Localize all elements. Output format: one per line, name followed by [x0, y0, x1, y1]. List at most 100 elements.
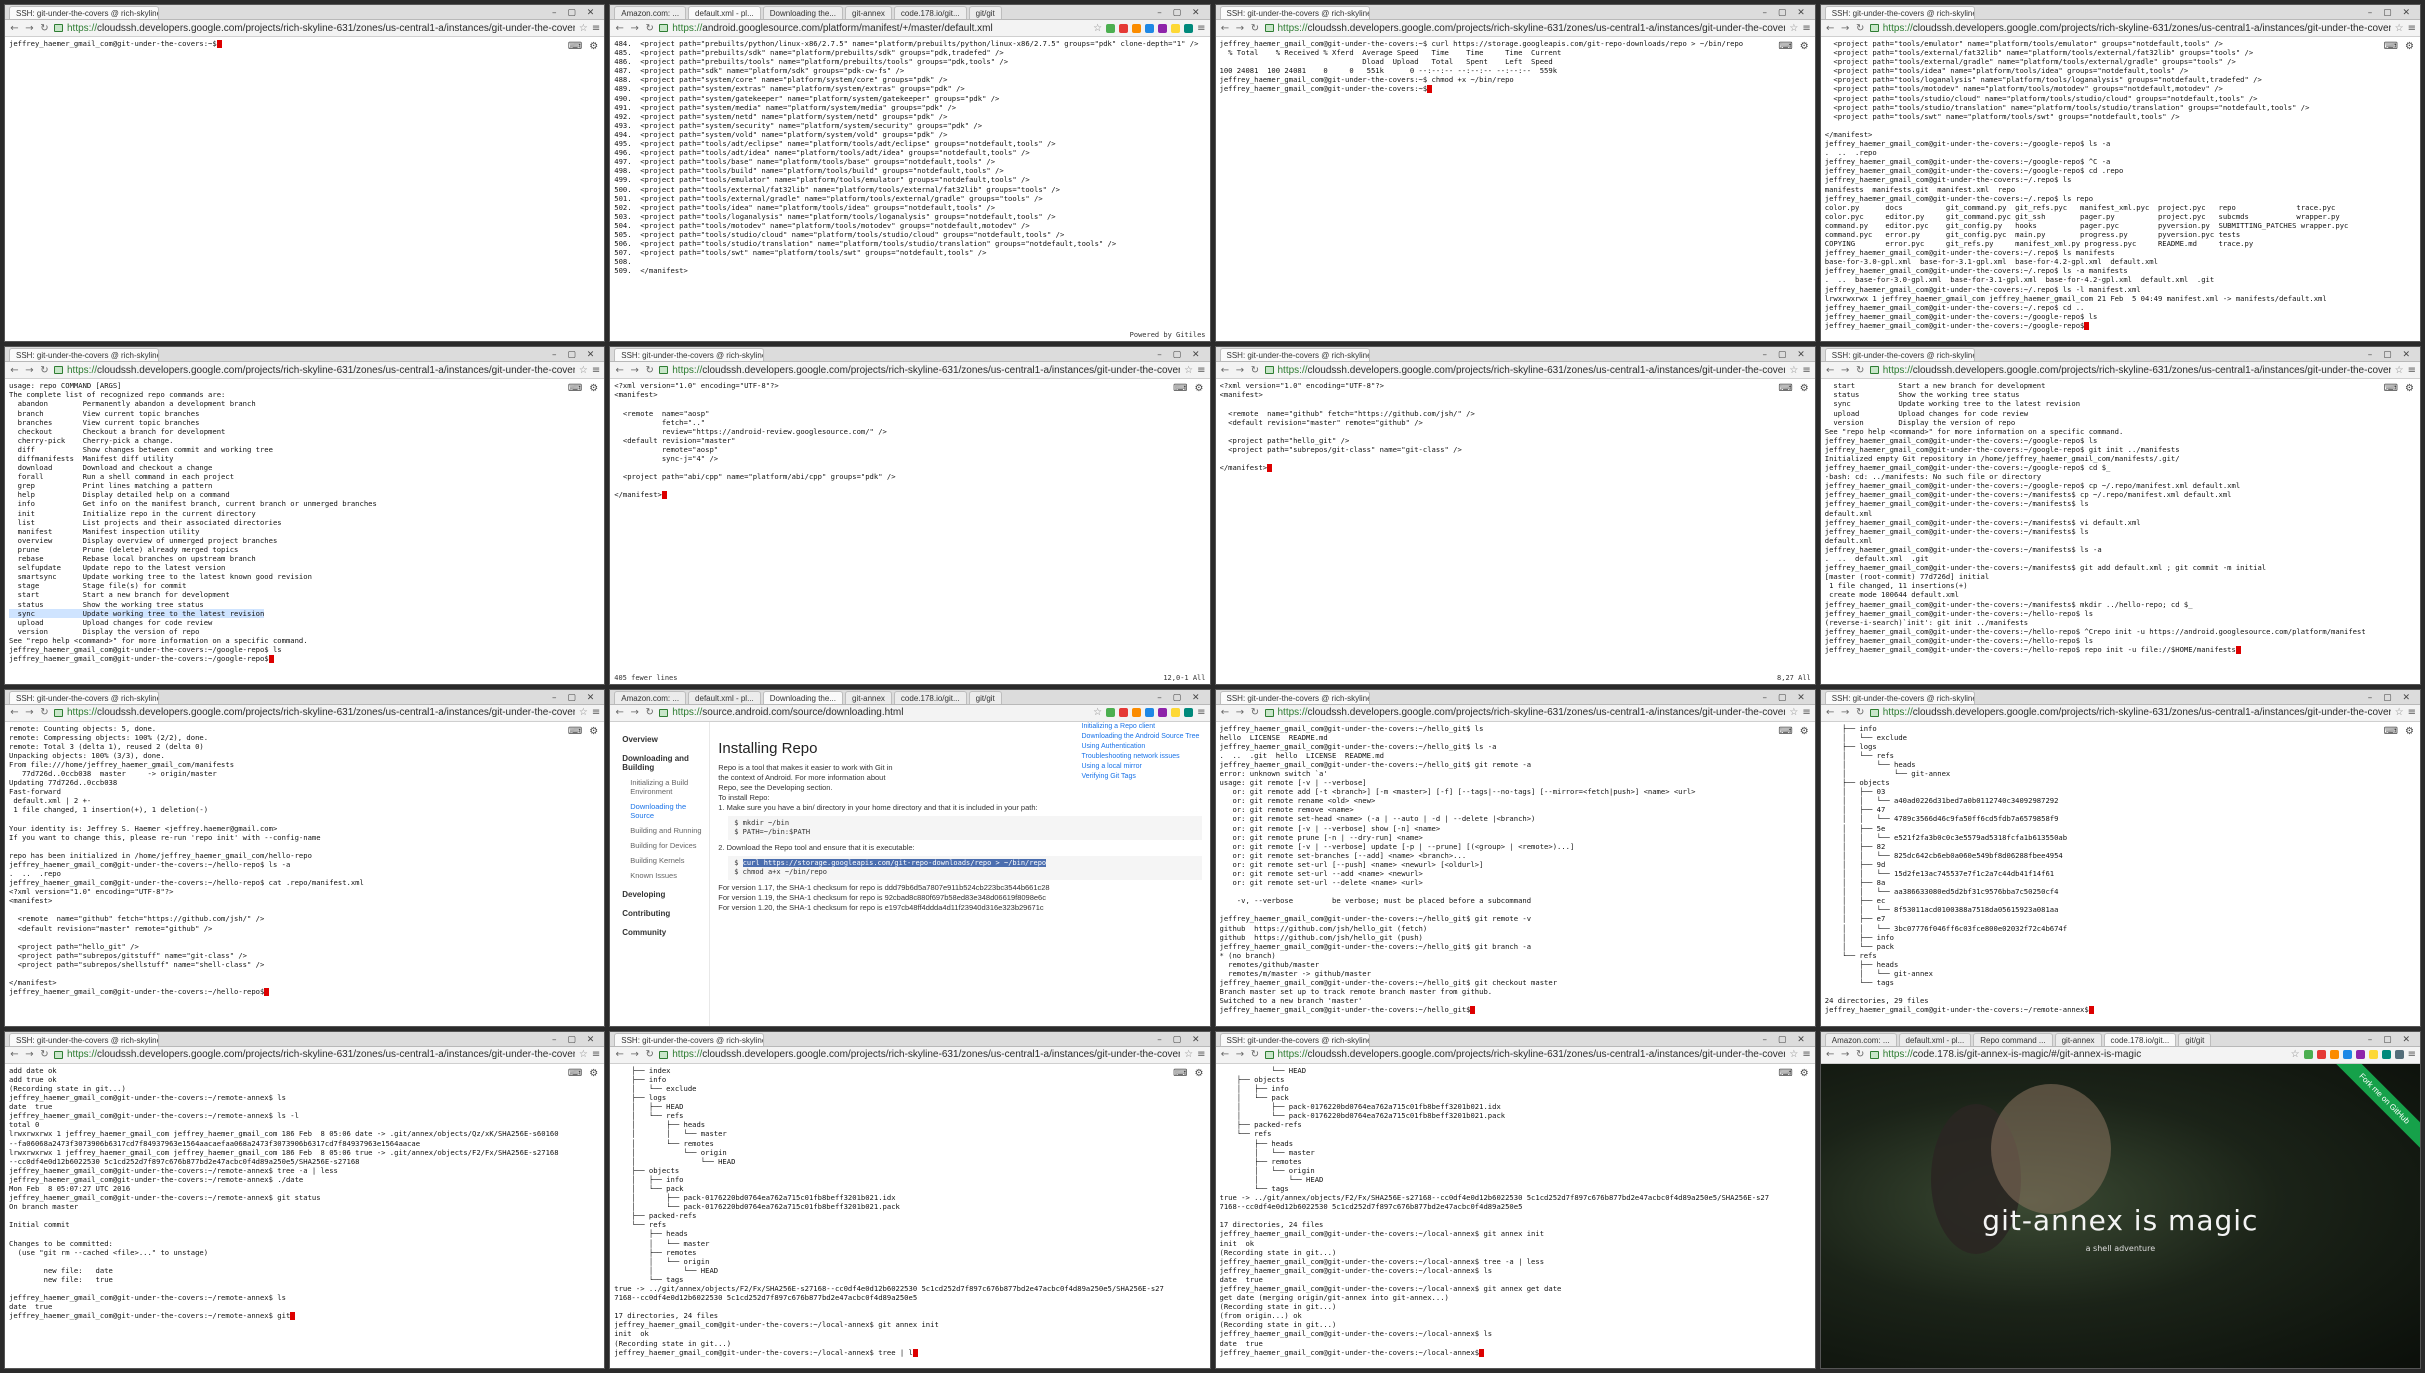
extension-icon[interactable]: [1145, 23, 1155, 33]
window-controls[interactable]: – ▢ ✕: [2368, 8, 2420, 19]
keyboard-icon[interactable]: ⌨: [1778, 726, 1792, 737]
window-controls[interactable]: – ▢ ✕: [1762, 8, 1814, 19]
keyboard-icon[interactable]: ⌨: [2384, 726, 2398, 737]
browser-menu-icon[interactable]: ≡: [2408, 707, 2416, 718]
reload-icon[interactable]: ↻: [1855, 1049, 1866, 1060]
sidebar-item[interactable]: Developing: [622, 887, 709, 902]
sidebar-item[interactable]: Community: [622, 925, 709, 940]
extension-icon[interactable]: [2342, 1050, 2352, 1060]
url-field[interactable]: https://code.178.is/git-annex-is-magic/#…: [1883, 1049, 2287, 1060]
browser-menu-icon[interactable]: ≡: [592, 707, 600, 718]
bookmark-star-icon[interactable]: ☆: [1789, 365, 1798, 376]
window-controls[interactable]: – ▢ ✕: [552, 350, 604, 361]
terminal-pane[interactable]: ⌨ ⚙ jeffrey_haemer_gmail_com@git-under-the…: [5, 37, 605, 342]
browser-tab[interactable]: SSH: git-under-the-covers @ rich-skyline…: [9, 690, 159, 704]
browser-tab[interactable]: git-annex: [845, 6, 892, 19]
browser-menu-icon[interactable]: ≡: [592, 1049, 600, 1060]
reload-icon[interactable]: ↻: [1250, 23, 1261, 34]
gear-icon[interactable]: ⚙: [1195, 383, 1204, 394]
terminal-pane[interactable]: ⌨ ⚙ ├── info │ └── exclude ├── logs │ └──…: [1820, 721, 2420, 1026]
keyboard-icon[interactable]: ⌨: [1778, 1068, 1792, 1079]
browser-tab[interactable]: default.xml - pl...: [1898, 1032, 1972, 1046]
back-icon[interactable]: ←: [1220, 23, 1231, 34]
url-field[interactable]: https://source.android.com/source/downlo…: [672, 707, 1089, 718]
extension-icon[interactable]: [1145, 708, 1155, 717]
keyboard-icon[interactable]: ⌨: [1778, 383, 1792, 394]
browser-menu-icon[interactable]: ≡: [1197, 365, 1205, 376]
gear-icon[interactable]: ⚙: [1800, 1068, 1809, 1079]
extension-icon[interactable]: [2303, 1050, 2313, 1060]
bookmark-star-icon[interactable]: ☆: [1184, 365, 1193, 376]
terminal-pane[interactable]: ⌨ ⚙ <project path="tools/emulator" name="…: [1820, 37, 2420, 342]
gear-icon[interactable]: ⚙: [2405, 41, 2414, 52]
browser-tab[interactable]: Amazon.com: ...: [614, 6, 687, 19]
browser-tab[interactable]: Repo command ...: [1973, 1032, 2053, 1046]
extension-icon[interactable]: [1184, 708, 1194, 717]
browser-tab[interactable]: Downloading the...: [762, 690, 843, 704]
browser-menu-icon[interactable]: ≡: [1802, 365, 1810, 376]
bookmark-star-icon[interactable]: ☆: [579, 365, 588, 376]
reload-icon[interactable]: ↻: [1855, 23, 1866, 34]
forward-icon[interactable]: →: [629, 1049, 640, 1060]
back-icon[interactable]: ←: [1220, 365, 1231, 376]
window-controls[interactable]: – ▢ ✕: [1762, 693, 1814, 704]
window-controls[interactable]: – ▢ ✕: [552, 693, 604, 704]
extension-icon[interactable]: [1171, 708, 1181, 717]
extension-icon[interactable]: [1158, 708, 1168, 717]
browser-menu-icon[interactable]: ≡: [592, 365, 600, 376]
window-controls[interactable]: – ▢ ✕: [1157, 350, 1209, 361]
url-field[interactable]: https://android.googlesource.com/platfor…: [672, 23, 1089, 34]
extension-icon[interactable]: [2355, 1050, 2365, 1060]
extension-icon[interactable]: [1119, 708, 1129, 717]
gear-icon[interactable]: ⚙: [1195, 1068, 1204, 1079]
terminal-pane[interactable]: ⌨ ⚙ └── HEAD ├── objects │ ├── info │ └──…: [1215, 1063, 1815, 1368]
terminal-pane[interactable]: ⌨ ⚙ <?xml version="1.0" encoding="UTF-8"?>…: [610, 379, 1210, 684]
forward-icon[interactable]: →: [1840, 1049, 1851, 1060]
reload-icon[interactable]: ↻: [1855, 365, 1866, 376]
browser-tab[interactable]: git-annex: [2054, 1032, 2102, 1046]
forward-icon[interactable]: →: [1235, 23, 1246, 34]
reload-icon[interactable]: ↻: [1855, 707, 1866, 718]
browser-tab[interactable]: SSH: git-under-the-covers @ rich-skyline…: [1219, 348, 1370, 362]
gear-icon[interactable]: ⚙: [2405, 726, 2414, 737]
sidebar-item[interactable]: Initializing a Build Environment: [622, 775, 709, 799]
forward-icon[interactable]: →: [1840, 365, 1851, 376]
browser-menu-icon[interactable]: ≡: [2408, 23, 2416, 34]
bookmark-star-icon[interactable]: ☆: [579, 23, 588, 34]
browser-tab[interactable]: SSH: git-under-the-covers @ rich-skyline…: [9, 1032, 159, 1046]
terminal-pane[interactable]: ⌨ ⚙ add date ok add true ok (Recording sta…: [5, 1063, 605, 1368]
back-icon[interactable]: ←: [9, 23, 20, 34]
sidebar-item[interactable]: Building Kernels: [622, 853, 709, 868]
reload-icon[interactable]: ↻: [1250, 365, 1261, 376]
gear-icon[interactable]: ⚙: [2405, 383, 2414, 394]
browser-tab[interactable]: default.xml - pl...: [688, 690, 761, 704]
sidebar-item[interactable]: Downloading the Source: [622, 799, 709, 823]
window-controls[interactable]: – ▢ ✕: [1157, 1035, 1209, 1046]
forward-icon[interactable]: →: [1235, 707, 1246, 718]
forward-icon[interactable]: →: [629, 707, 640, 718]
window-controls[interactable]: – ▢ ✕: [1157, 8, 1209, 19]
back-icon[interactable]: ←: [614, 365, 625, 376]
browser-tab[interactable]: git-annex: [845, 690, 892, 704]
window-controls[interactable]: – ▢ ✕: [2368, 693, 2420, 704]
keyboard-icon[interactable]: ⌨: [2384, 41, 2398, 52]
browser-tab[interactable]: SSH: git-under-the-covers @ rich-skyline…: [614, 348, 765, 362]
reload-icon[interactable]: ↻: [39, 1049, 50, 1060]
back-icon[interactable]: ←: [1825, 23, 1836, 34]
back-icon[interactable]: ←: [9, 1049, 20, 1060]
terminal-pane[interactable]: ⌨ ⚙ usage: repo COMMAND [ARGS] The complet…: [5, 379, 605, 684]
browser-tab[interactable]: git/git: [2178, 1032, 2212, 1046]
keyboard-icon[interactable]: ⌨: [568, 383, 582, 394]
keyboard-icon[interactable]: ⌨: [1173, 383, 1187, 394]
url-field[interactable]: https://cloudssh.developers.google.com/p…: [67, 1049, 575, 1060]
reload-icon[interactable]: ↻: [644, 707, 655, 718]
terminal-pane[interactable]: ⌨ ⚙ <?xml version="1.0" encoding="UTF-8"?>…: [1215, 379, 1815, 684]
browser-tab[interactable]: SSH: git-under-the-covers @ rich-skyline…: [1219, 1032, 1370, 1046]
browser-menu-icon[interactable]: ≡: [1197, 23, 1205, 34]
bookmark-star-icon[interactable]: ☆: [1093, 707, 1102, 718]
url-field[interactable]: https://cloudssh.developers.google.com/p…: [67, 23, 575, 34]
gear-icon[interactable]: ⚙: [589, 1068, 598, 1079]
back-icon[interactable]: ←: [614, 23, 625, 34]
gear-icon[interactable]: ⚙: [589, 383, 598, 394]
back-icon[interactable]: ←: [1220, 707, 1231, 718]
